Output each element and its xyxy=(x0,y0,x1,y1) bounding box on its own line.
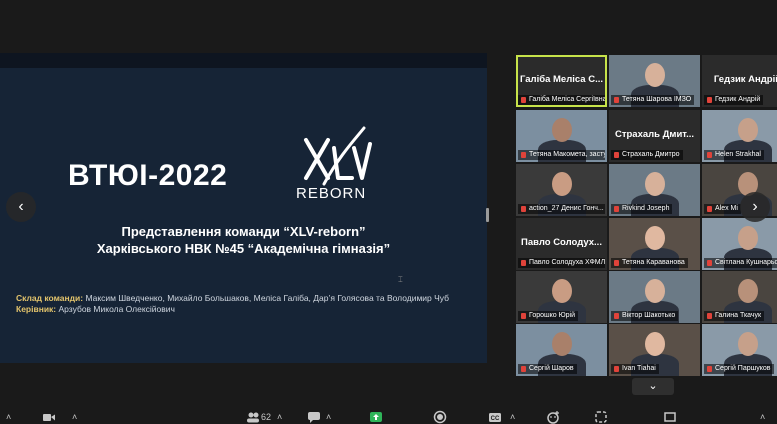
participant-head xyxy=(738,226,758,250)
participant-tile[interactable]: Тетяна Караванова xyxy=(609,218,700,270)
participant-name-label: Віктор Шакотько xyxy=(611,311,679,321)
shared-screen: ВТЮІ-2022 REBORN Представлення команди “… xyxy=(0,53,487,363)
participant-display-name: Павло Солодух... xyxy=(521,237,602,248)
slide-heading-line1: Представлення команди “XLV-reborn” xyxy=(121,224,366,239)
participant-name-label: Гедзик Андрій xyxy=(704,95,764,105)
participant-name-label: Галіба Меліса Сергіївна Х... xyxy=(518,95,605,105)
participant-name-label: Тетяна Караванова xyxy=(611,258,688,268)
participant-tile[interactable]: Rivkind Joseph xyxy=(609,164,700,216)
participant-tile[interactable]: Сергій Паршуков xyxy=(702,324,777,376)
share-screen-icon[interactable] xyxy=(369,410,383,424)
participant-head xyxy=(552,172,572,196)
participant-head xyxy=(645,226,665,250)
participant-tile[interactable]: Ivan Tiahai xyxy=(609,324,700,376)
chevron-right-icon[interactable]: › xyxy=(740,192,770,222)
participant-tile[interactable]: Страхаль Дмит... Страхаль Дмитро xyxy=(609,110,700,162)
participant-head xyxy=(738,332,758,356)
participant-name-label: Helen Strakhal xyxy=(704,150,764,160)
meeting-toolbar: ˄ ˄ 62 ˄ ˄ CC ˄ ˄ xyxy=(0,410,777,424)
reactions-icon[interactable] xyxy=(546,410,560,424)
participant-tile[interactable]: Світлана Кушнарьова xyxy=(702,218,777,270)
mouse-cursor-icon: ⌶ xyxy=(398,275,403,284)
participant-name-label: Alex Mi xyxy=(704,204,741,214)
chat-icon[interactable] xyxy=(307,410,321,424)
chat-caret-icon[interactable]: ˄ xyxy=(326,410,331,424)
participant-tile[interactable]: Тетяна Макомета, засту... xyxy=(516,110,607,162)
meeting-stage: ВТЮІ-2022 REBORN Представлення команди “… xyxy=(0,0,777,410)
participant-name-label: Тетяна Шарова ІМЗО xyxy=(611,95,695,105)
participant-tile[interactable]: Галіба Меліса С... Галіба Меліса Сергіївн… xyxy=(516,55,607,107)
participant-tile[interactable]: action_27 Денис Гонч... xyxy=(516,164,607,216)
participant-name-label: Страхаль Дмитро xyxy=(611,150,683,160)
participant-name-label: Павло Солодуха ХФМЛ... xyxy=(518,258,605,268)
more-caret-icon[interactable]: ˄ xyxy=(760,410,765,424)
team-label: Склад команди: xyxy=(16,293,84,303)
participant-tile[interactable]: Helen Strakhal xyxy=(702,110,777,162)
participant-name-label: Тетяна Макомета, засту... xyxy=(518,150,605,160)
split-handle[interactable] xyxy=(486,208,489,222)
video-options-caret-icon[interactable]: ˄ xyxy=(72,410,77,424)
team-row: Склад команди: Максим Шведченко, Михайло… xyxy=(16,293,449,304)
participant-tile[interactable]: Павло Солодух... Павло Солодуха ХФМЛ... xyxy=(516,218,607,270)
share-top-band xyxy=(0,53,487,68)
participant-name-label: Галина Ткачук xyxy=(704,311,765,321)
record-icon[interactable] xyxy=(433,410,447,424)
participant-display-name: Галіба Меліса С... xyxy=(520,74,603,85)
team-info: Склад команди: Максим Шведченко, Михайло… xyxy=(16,293,449,315)
participant-name-label: Rivkind Joseph xyxy=(611,204,673,214)
participant-tile[interactable]: Горошко Юрій xyxy=(516,271,607,323)
participant-display-name: Гедзик Андрій xyxy=(713,74,777,85)
cc-caret-icon[interactable]: ˄ xyxy=(510,410,515,424)
participant-tile[interactable]: Віктор Шакотько xyxy=(609,271,700,323)
svg-text:CC: CC xyxy=(491,416,500,422)
participant-head xyxy=(738,279,758,303)
slide-title: ВТЮІ-2022 xyxy=(68,159,228,192)
participant-head xyxy=(552,279,572,303)
slide-heading: Представлення команди “XLV-reborn” Харкі… xyxy=(0,223,487,257)
slide-heading-line2: Харківського НВК №45 “Академічна гімназі… xyxy=(96,241,391,256)
participant-head xyxy=(738,118,758,142)
closed-caption-icon[interactable]: CC xyxy=(488,410,502,424)
chevron-left-icon[interactable]: ‹ xyxy=(6,192,36,222)
participant-name-label: Ivan Tiahai xyxy=(611,364,659,374)
whiteboard-icon[interactable] xyxy=(663,410,677,424)
chevron-down-icon[interactable]: ⌄ xyxy=(632,378,674,395)
audio-options-caret-icon[interactable]: ˄ xyxy=(6,410,11,424)
participant-head xyxy=(645,172,665,196)
participant-tile[interactable]: Тетяна Шарова ІМЗО xyxy=(609,55,700,107)
participant-head xyxy=(645,279,665,303)
team-members: Максим Шведченко, Михайло Большаков, Мел… xyxy=(83,293,450,303)
video-icon[interactable] xyxy=(42,410,56,424)
participant-display-name: Страхаль Дмит... xyxy=(614,129,695,140)
participants-count: 62 xyxy=(261,412,272,422)
logo-text: REBORN xyxy=(296,185,367,202)
lead-row: Керівник: Арзубов Микола Олексійович xyxy=(16,304,449,315)
participant-name-label: Сергій Шаров xyxy=(518,364,577,374)
participant-tile[interactable]: Сергій Шаров xyxy=(516,324,607,376)
participant-name-label: action_27 Денис Гонч... xyxy=(518,204,605,214)
lead-name: Арзубов Микола Олексійович xyxy=(56,304,175,314)
participant-name-label: Сергій Паршуков xyxy=(704,364,774,374)
participant-tile[interactable]: Гедзик Андрій Гедзик Андрій xyxy=(702,55,777,107)
participant-head xyxy=(552,118,572,142)
lead-label: Керівник: xyxy=(16,304,57,314)
participant-head xyxy=(645,63,665,87)
participants-caret-icon[interactable]: ˄ xyxy=(277,410,282,424)
participant-head xyxy=(552,332,572,356)
participants-icon[interactable] xyxy=(246,410,260,424)
participant-head xyxy=(645,332,665,356)
participant-name-label: Горошко Юрій xyxy=(518,311,579,321)
participant-name-label: Світлана Кушнарьова xyxy=(704,258,777,268)
apps-icon[interactable] xyxy=(594,410,608,424)
participant-tile[interactable]: Галина Ткачук xyxy=(702,271,777,323)
